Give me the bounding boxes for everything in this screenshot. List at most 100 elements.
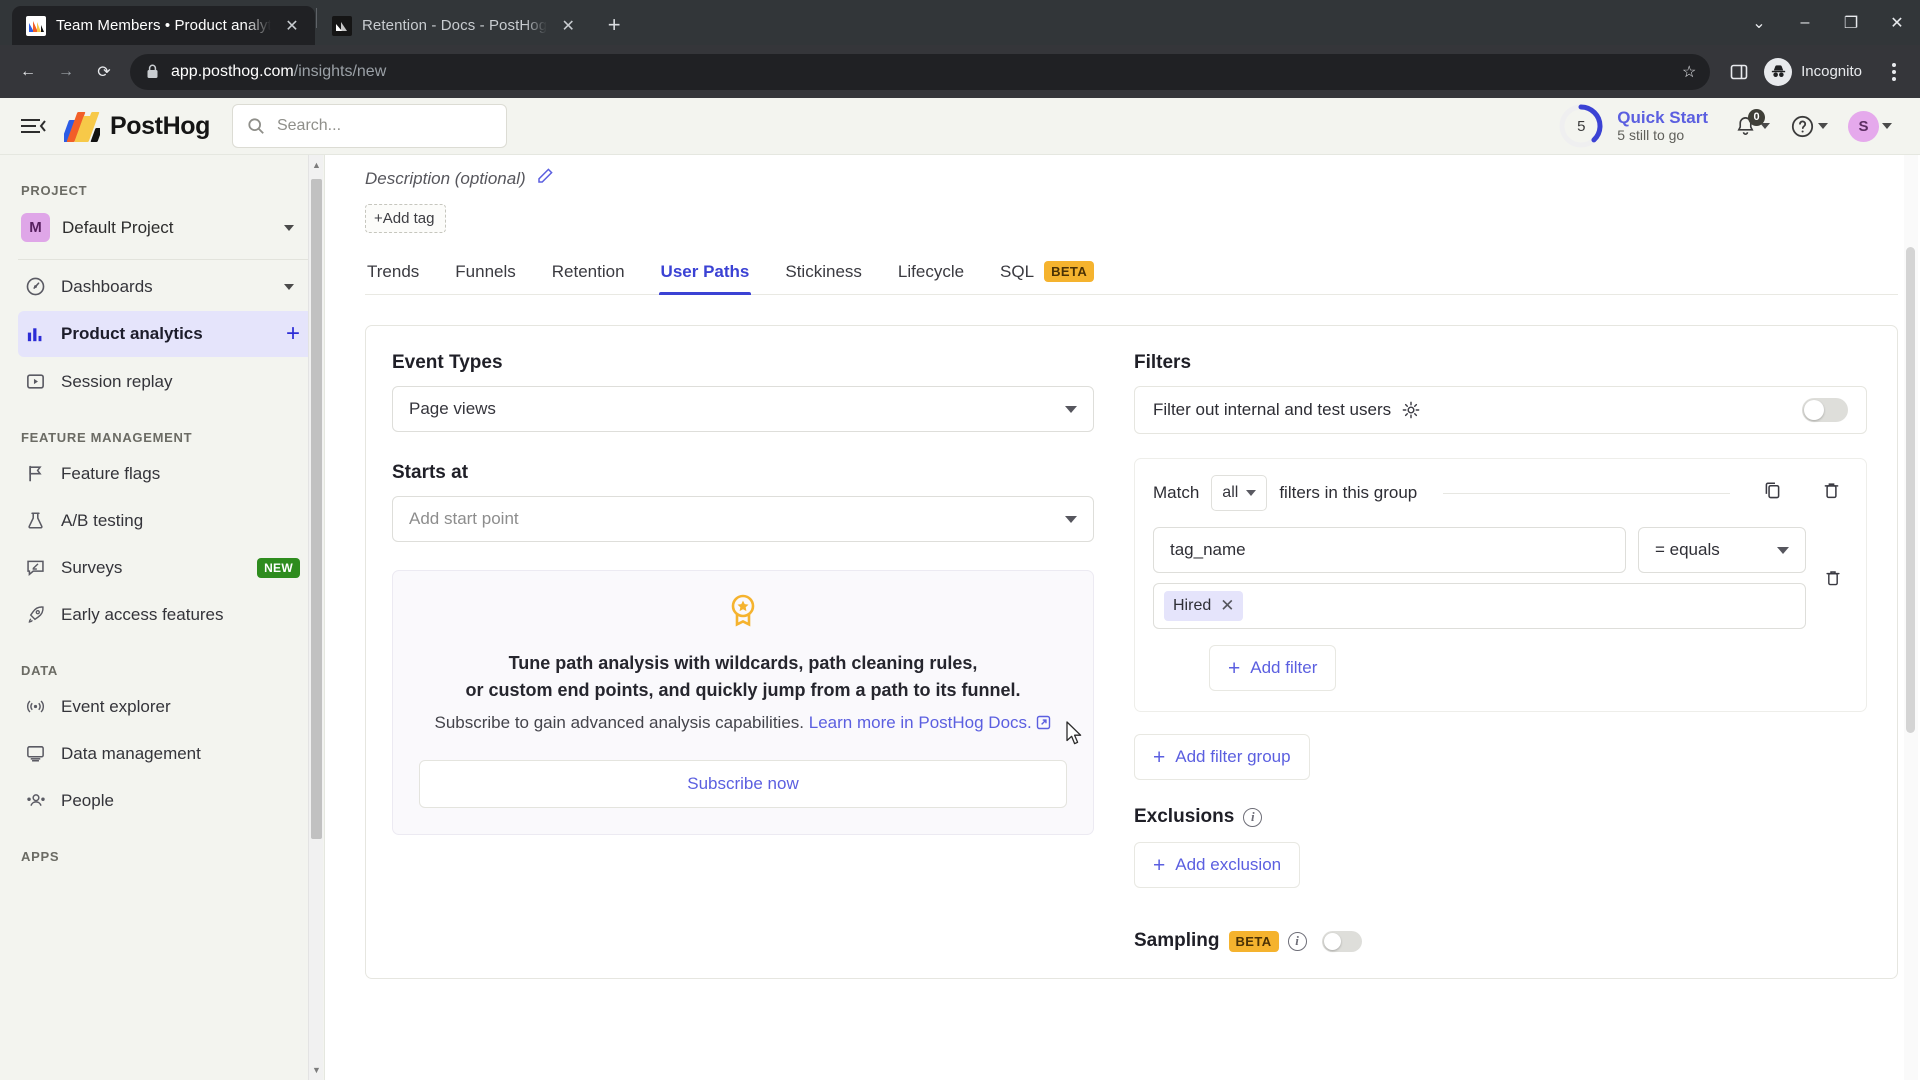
back-icon[interactable]: ← (10, 54, 46, 90)
search-input[interactable]: Search... (231, 104, 507, 148)
window-close-icon[interactable]: ✕ (1874, 0, 1920, 45)
close-icon[interactable]: ✕ (1220, 596, 1234, 616)
help-button[interactable] (1788, 110, 1830, 143)
gear-icon[interactable] (1401, 400, 1421, 420)
quick-start-text: Quick Start 5 still to go (1617, 108, 1708, 144)
bookmark-star-icon[interactable]: ☆ (1674, 57, 1704, 87)
sidebar-scrollbar-thumb[interactable] (311, 179, 322, 839)
tab-stickiness[interactable]: Stickiness (783, 256, 864, 294)
add-tag-button[interactable]: +Add tag (365, 204, 447, 233)
sidebar-scrollbar[interactable]: ▲ ▼ (308, 155, 323, 1080)
tab-search-icon[interactable]: ⌄ (1736, 0, 1782, 45)
notifications-button[interactable]: 0 (1732, 108, 1772, 142)
minimize-icon[interactable]: – (1782, 0, 1828, 45)
sidebar-item-feature-flags[interactable]: Feature flags (18, 451, 314, 496)
bar-chart-icon (24, 323, 47, 346)
reload-icon[interactable]: ⟳ (86, 54, 122, 90)
posthog-docs-favicon (332, 15, 352, 36)
sidebar-item-early-access-features[interactable]: Early access features (18, 592, 314, 637)
address-bar-text: app.posthog.com/insights/new (171, 62, 387, 80)
add-filter-group-button[interactable]: + Add filter group (1134, 734, 1310, 780)
sidebar-section-title-apps: APPS (21, 849, 60, 864)
filter-value-input[interactable]: Hired ✕ (1153, 583, 1806, 629)
chevron-down-icon[interactable] (284, 283, 294, 290)
browser-tab-1[interactable]: Team Members • Product analytics ✕ (12, 6, 315, 45)
sidebar: PROJECT M Default Project Dashboards Pro… (0, 155, 325, 1080)
tab-lifecycle[interactable]: Lifecycle (896, 256, 966, 294)
filter-value-chip[interactable]: Hired ✕ (1164, 591, 1244, 621)
internal-users-switch[interactable] (1802, 398, 1848, 422)
question-circle-icon (1790, 114, 1815, 139)
page-scrollbar[interactable] (1904, 155, 1918, 1080)
add-exclusion-button[interactable]: + Add exclusion (1134, 842, 1301, 888)
page-scrollbar-thumb[interactable] (1906, 247, 1915, 733)
sidebar-section-title-project: PROJECT (21, 183, 88, 198)
project-badge: M (21, 213, 50, 242)
delete-filter-row-button[interactable] (1818, 568, 1848, 588)
posthog-docs-link[interactable]: Learn more in PostHog Docs. (809, 713, 1052, 732)
broadcast-icon (24, 695, 47, 718)
chevron-down-icon[interactable] (284, 224, 294, 231)
sidebar-item-product-analytics[interactable]: Product analytics + (18, 311, 314, 357)
quick-start-progress-ring: 5 (1557, 102, 1605, 150)
filter-group: Match all filters in this group tag_name… (1134, 458, 1867, 712)
info-icon[interactable]: i (1243, 807, 1263, 827)
filter-value-chip-label: Hired (1173, 597, 1212, 614)
sidebar-item-data-management[interactable]: Data management (18, 731, 314, 776)
flag-icon (24, 462, 47, 485)
sidebar-item-surveys[interactable]: Surveys NEW (18, 545, 314, 590)
close-icon[interactable]: ✕ (281, 15, 303, 37)
sidebar-item-event-explorer[interactable]: Event explorer (18, 684, 314, 729)
insight-type-tabs: Trends Funnels Retention User Paths Stic… (365, 255, 1898, 295)
sidebar-item-label: Event explorer (61, 696, 171, 716)
sampling-switch[interactable] (1321, 930, 1362, 952)
project-switcher[interactable]: M Default Project (18, 204, 314, 251)
tab-funnels[interactable]: Funnels (453, 256, 517, 294)
forward-icon[interactable]: → (48, 54, 84, 90)
insight-description-row[interactable]: Description (optional) (325, 155, 1898, 190)
subscribe-now-button[interactable]: Subscribe now (419, 760, 1067, 809)
plus-icon[interactable]: + (286, 322, 304, 346)
tab-trends[interactable]: Trends (365, 256, 421, 294)
sidebar-toggle-icon[interactable] (16, 109, 50, 143)
sidebar-item-dashboards[interactable]: Dashboards (18, 264, 314, 309)
posthog-logo[interactable]: PostHog (64, 110, 210, 142)
add-filter-button[interactable]: + Add filter (1209, 645, 1337, 691)
browser-tab-2[interactable]: Retention - Docs - PostHog ✕ (318, 6, 591, 45)
flask-icon (24, 509, 47, 532)
maximize-icon[interactable]: ❐ (1828, 0, 1874, 45)
scroll-up-icon[interactable]: ▲ (309, 157, 324, 173)
scroll-down-icon[interactable]: ▼ (309, 1062, 324, 1078)
sidebar-item-label: Early access features (61, 604, 224, 624)
browser-toolbar: ← → ⟳ app.posthog.com/insights/new ☆ Inc… (0, 45, 1920, 98)
pencil-icon[interactable] (536, 167, 554, 190)
incognito-profile-button[interactable]: Incognito (1758, 54, 1876, 90)
tab-divider (316, 7, 317, 28)
address-bar[interactable]: app.posthog.com/insights/new ☆ (130, 53, 1711, 90)
side-panel-icon[interactable] (1722, 55, 1756, 89)
sidebar-item-ab-testing[interactable]: A/B testing (18, 498, 314, 543)
event-types-select[interactable]: Page views (392, 386, 1094, 432)
browser-menu-icon[interactable] (1878, 54, 1910, 90)
tab-retention[interactable]: Retention (550, 256, 627, 294)
tab-sql[interactable]: SQL BETA (998, 255, 1096, 294)
internal-users-toggle-row[interactable]: Filter out internal and test users (1134, 386, 1867, 434)
sidebar-item-people[interactable]: People (18, 778, 314, 823)
trash-icon[interactable] (1815, 480, 1848, 506)
filter-property-input[interactable]: tag_name (1153, 527, 1626, 573)
chevron-down-icon (1065, 515, 1077, 523)
filter-operator-select[interactable]: = equals (1638, 527, 1806, 573)
tab-sql-label: SQL (1000, 261, 1035, 281)
info-icon[interactable]: i (1287, 931, 1307, 951)
account-menu[interactable]: S (1846, 107, 1894, 146)
sidebar-item-session-replay[interactable]: Session replay (18, 359, 314, 404)
copy-icon[interactable] (1756, 480, 1789, 506)
lock-icon (146, 64, 159, 79)
quick-start-button[interactable]: 5 Quick Start 5 still to go (1549, 102, 1716, 150)
tab-user-paths[interactable]: User Paths (658, 256, 752, 295)
close-icon[interactable]: ✕ (557, 15, 579, 37)
match-type-select[interactable]: all (1211, 475, 1268, 511)
new-tab-button[interactable]: + (597, 8, 631, 42)
start-point-select[interactable]: Add start point (392, 496, 1094, 542)
beta-badge: BETA (1228, 930, 1279, 952)
